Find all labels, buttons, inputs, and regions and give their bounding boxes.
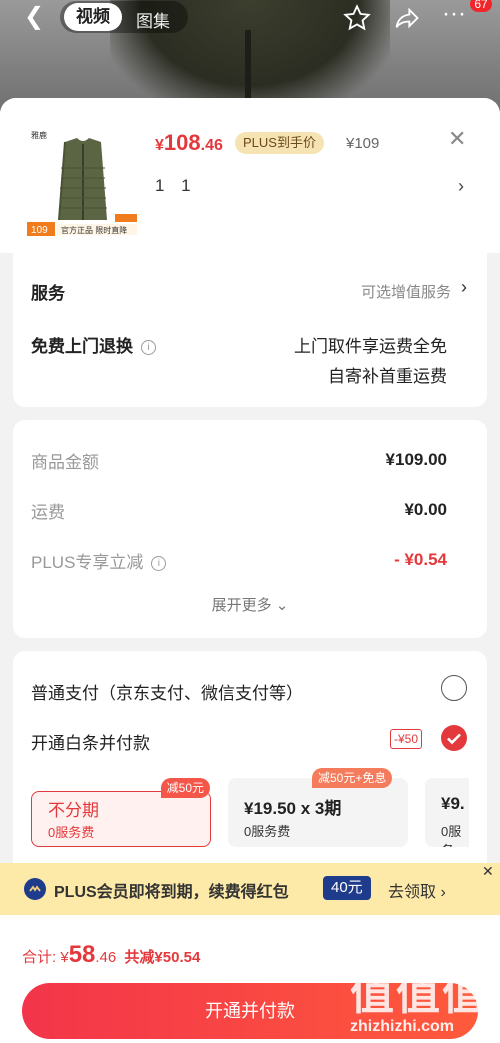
plus-renewal-banner[interactable]: PLUS会员即将到期，续费得红包 40元 去领取 › ✕ xyxy=(0,863,500,915)
optional-service-link[interactable]: 可选增值服务 xyxy=(361,281,451,302)
share-icon[interactable] xyxy=(393,4,421,37)
info-icon[interactable]: i xyxy=(151,556,167,572)
product-summary: 雅鹿 109 官方正品 限时直降 ¥108.46 PLUS到手价 ¥109 ✕ … xyxy=(0,98,500,253)
plus-banner-text: PLUS会员即将到期，续费得红包 xyxy=(54,884,289,901)
tab-gallery[interactable]: 图集 xyxy=(136,7,170,32)
thumb-brand: 雅鹿 xyxy=(31,130,47,140)
plan-title: ¥9. xyxy=(441,794,465,813)
plus-discount-label: PLUS专享立减 i xyxy=(31,548,167,573)
plan-title: ¥19.50 x 3期 xyxy=(244,799,342,818)
thumb-tags: 官方正品 限时直降 xyxy=(61,225,127,235)
plan-fee: 0服务费 xyxy=(244,824,291,839)
message-badge: 67 xyxy=(470,0,492,12)
return-line-2: 自寄补首重运费 xyxy=(328,367,447,386)
selected-spec[interactable]: 1 1 xyxy=(155,176,197,196)
goods-amount-value: ¥109.00 xyxy=(385,450,447,469)
chevron-down-icon: ⌄ xyxy=(275,597,289,614)
plus-logo-icon xyxy=(24,878,46,900)
plan-more-installments[interactable]: ¥9. 0服务 xyxy=(425,778,469,847)
cost-card: 商品金额 ¥109.00 运费 ¥0.00 PLUS专享立减 i - ¥0.54 … xyxy=(13,420,487,638)
freight-label: 运费 xyxy=(31,503,65,522)
baitiao-pay-radio-checked[interactable] xyxy=(441,725,467,751)
product-thumbnail: 雅鹿 109 官方正品 限时直降 xyxy=(27,128,139,238)
chevron-right-icon[interactable]: › xyxy=(461,277,467,298)
plus-price-tag: PLUS到手价 xyxy=(235,132,324,154)
thumb-price: 109 xyxy=(31,225,48,236)
plus-banner-amount: 40元 xyxy=(323,876,371,900)
star-icon[interactable] xyxy=(343,4,371,37)
payment-card: 普通支付（京东支付、微信支付等） 开通白条并付款 -¥50 xyxy=(13,651,487,891)
original-price: ¥109 xyxy=(346,135,380,152)
plan-fee: 0服务 xyxy=(441,824,462,847)
close-icon[interactable]: ✕ xyxy=(482,863,494,880)
service-title: 服务 xyxy=(31,284,65,303)
watermark-site: zhizhizhi.com xyxy=(350,1018,454,1035)
close-icon[interactable]: ✕ xyxy=(448,126,466,152)
free-return-label: 免费上门退换 i xyxy=(31,332,156,357)
baitiao-discount-tag: -¥50 xyxy=(390,729,423,749)
more-icon[interactable]: ··· xyxy=(442,0,466,28)
normal-pay-label: 普通支付（京东支付、微信支付等） xyxy=(31,684,303,703)
top-bar: ❮ 视频 图集 ··· 67 xyxy=(0,0,500,36)
order-total: 合计: ¥58.46 共减¥50.54 xyxy=(22,941,201,968)
goods-amount-label: 商品金额 xyxy=(31,453,99,472)
freight-value: ¥0.00 xyxy=(404,500,447,519)
check-icon xyxy=(447,733,461,745)
watermark-logo: 值值值 xyxy=(350,970,488,1019)
return-line-1: 上门取件享运费全免 xyxy=(294,337,447,356)
chevron-right-icon[interactable]: › xyxy=(458,176,464,197)
expand-more-link[interactable]: 展开更多 ⌄ xyxy=(13,594,487,615)
total-saved: 共减¥50.54 xyxy=(124,949,201,966)
info-icon[interactable]: i xyxy=(141,340,156,356)
plus-discount-value: - ¥0.54 xyxy=(394,550,447,569)
service-card: 服务 可选增值服务 › 免费上门退换 i 上门取件享运费全免 自寄补首重运费 xyxy=(13,253,487,407)
product-price: ¥108.46 xyxy=(155,130,223,155)
plus-banner-claim[interactable]: 去领取 › xyxy=(388,878,446,902)
plan-no-installment[interactable]: 减50元 不分期 0服务费 xyxy=(31,778,211,847)
plan-tag: 减50元+免息 xyxy=(312,768,393,788)
plan-tag: 减50元 xyxy=(160,778,210,798)
normal-pay-radio[interactable] xyxy=(441,675,467,701)
plan-title: 不分期 xyxy=(48,801,99,820)
back-icon[interactable]: ❮ xyxy=(24,4,44,30)
plan-3-installments[interactable]: 减50元+免息 ¥19.50 x 3期 0服务费 xyxy=(228,768,408,847)
plan-fee: 0服务费 xyxy=(48,825,95,840)
tab-video[interactable]: 视频 xyxy=(64,3,122,31)
baitiao-pay-label: 开通白条并付款 xyxy=(31,734,150,753)
